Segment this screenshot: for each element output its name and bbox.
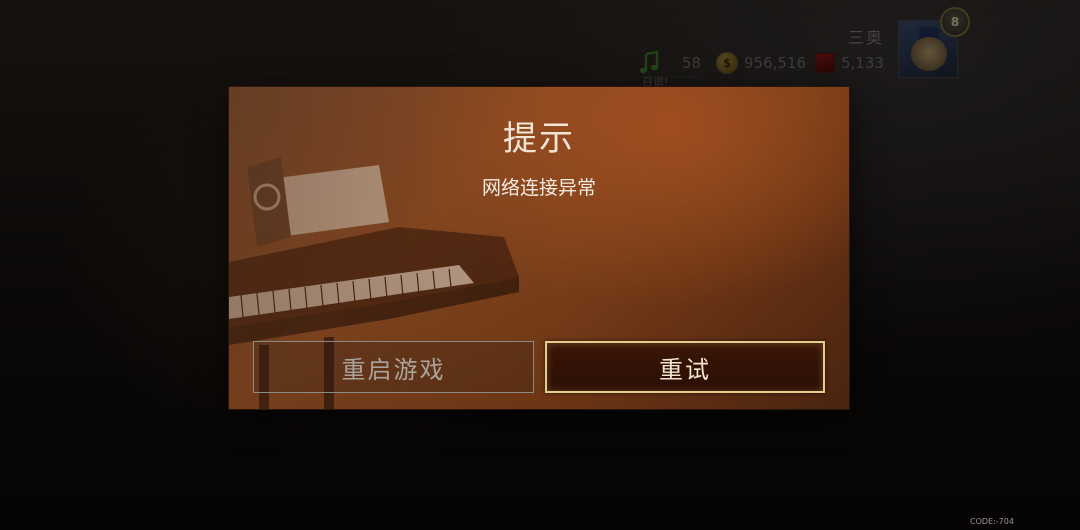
dialog-title: 提示 (503, 119, 575, 159)
retry-button[interactable]: 重试 (545, 341, 825, 393)
dialog-message: 网络连接异常 (481, 177, 596, 199)
network-error-dialog: 提示 网络连接异常 重启游戏 重试 (229, 87, 849, 409)
restart-game-button[interactable]: 重启游戏 (253, 341, 534, 393)
game-screen: 58 日谱! $ 956,516 5,133 三奥 8 提示 网络连接异常 重启… (0, 0, 1080, 530)
error-code: CODE:-704 (970, 517, 1014, 526)
